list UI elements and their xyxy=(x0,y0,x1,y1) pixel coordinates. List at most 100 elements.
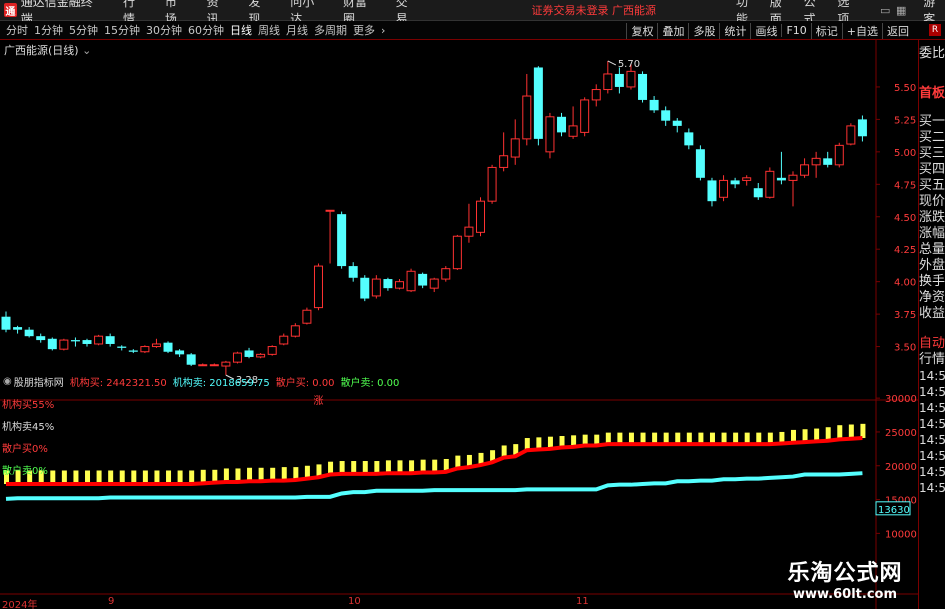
candle-body xyxy=(510,138,520,158)
candle-body xyxy=(800,164,810,176)
tick-time: 14:56 xyxy=(919,369,945,383)
indicator-plot xyxy=(4,423,866,501)
inst-sell-pct: 机构卖45% xyxy=(2,422,55,433)
candle-body xyxy=(464,226,474,237)
kline-chart[interactable]: 3.50 3.75 4.00 4.25 4.50 4.75 5.00 5.25 5.50 100… xyxy=(0,40,918,609)
price-axis: 3.50 3.75 4.00 4.25 4.50 4.75 5.00 5.25 5.50 xyxy=(876,83,916,354)
candle-body xyxy=(279,335,289,345)
side-volume: 总量 xyxy=(919,242,945,257)
period-1min[interactable]: 1分钟 xyxy=(34,22,63,38)
r-badge: R xyxy=(929,24,941,36)
side-buy2: 买二 xyxy=(919,130,945,145)
x-label-2024: 2024年 xyxy=(2,600,38,609)
app-logo-icon: 通 xyxy=(4,3,17,18)
candle-body xyxy=(186,354,196,365)
tick-time: 14:56 xyxy=(919,401,945,415)
candle-body xyxy=(394,281,404,289)
multi-stock-button[interactable]: 多股 xyxy=(688,22,719,39)
candle-body xyxy=(776,177,786,181)
high-pointer xyxy=(607,60,617,66)
candle-body xyxy=(302,309,312,324)
candle-body xyxy=(151,343,161,348)
back-button[interactable]: 返回 xyxy=(882,22,913,39)
candle-body xyxy=(452,235,462,270)
watermark-title: 乐淘公式网 xyxy=(787,561,903,586)
price-candles xyxy=(1,60,867,376)
x-label-nov: 11 xyxy=(576,596,589,607)
indicator-name[interactable]: 股朋指标网 xyxy=(14,374,64,389)
retail-sell-pct: 散户卖0% xyxy=(2,466,48,477)
candle-body xyxy=(487,166,497,202)
candle-body xyxy=(591,89,601,101)
chart-title: 广西能源(日线) ⌄ xyxy=(4,42,91,58)
period-15min[interactable]: 15分钟 xyxy=(104,22,140,38)
buy-bar xyxy=(860,423,866,439)
candle-body xyxy=(638,73,648,100)
inst-buy-pct: 机构买55% xyxy=(2,400,55,411)
candle-body xyxy=(742,177,752,181)
candle-body xyxy=(788,174,798,181)
candle-body xyxy=(568,125,578,137)
login-notice[interactable]: 证券交易未登录 广西能源 xyxy=(531,2,656,18)
candle-body xyxy=(117,346,127,348)
buy-bar xyxy=(50,470,56,485)
price-tick-label: 5.00 xyxy=(894,148,916,159)
candle-body xyxy=(846,125,856,145)
period-60min[interactable]: 60分钟 xyxy=(188,22,224,38)
candle-body xyxy=(533,67,543,139)
inst-sell-value: 机构卖: 2018659.75 xyxy=(172,377,270,389)
side-weibi: 委比 xyxy=(919,46,945,61)
candle-body xyxy=(198,364,208,367)
menu-grid-icon[interactable]: ▦ xyxy=(893,4,909,17)
candle-body xyxy=(59,339,69,350)
period-5min[interactable]: 5分钟 xyxy=(69,22,98,38)
candle-body xyxy=(13,327,23,330)
candle-body xyxy=(418,273,428,286)
period-more[interactable]: 更多 xyxy=(353,22,375,38)
price-tick-label: 3.50 xyxy=(894,343,916,354)
side-auto[interactable]: 自动 xyxy=(919,336,945,352)
candle-body xyxy=(614,73,624,87)
chevron-right-icon[interactable]: › xyxy=(381,24,385,37)
minimize-icon[interactable]: ▭ xyxy=(877,4,893,17)
candle-body xyxy=(695,149,705,178)
adjust-button[interactable]: 复权 xyxy=(626,22,657,39)
x-label-sep: 9 xyxy=(108,596,115,607)
period-daily[interactable]: 日线 xyxy=(230,22,252,38)
buy-bar xyxy=(131,470,137,485)
candle-body xyxy=(94,335,104,345)
side-buy3: 买三 xyxy=(919,146,945,161)
period-monthly[interactable]: 月线 xyxy=(286,22,308,38)
candle-body xyxy=(325,209,335,212)
buy-bar xyxy=(142,470,148,485)
side-change: 涨跌 xyxy=(919,210,945,225)
side-quote[interactable]: 行情 xyxy=(919,352,945,368)
buy-bar xyxy=(108,470,114,485)
mark-button[interactable]: 标记 xyxy=(810,22,842,39)
chart-title-text: 广西能源(日线) xyxy=(4,44,79,57)
add-watchlist-button[interactable]: +自选 xyxy=(841,22,882,39)
chevron-down-icon[interactable]: ⌄ xyxy=(82,44,91,57)
side-earnings: 收益 xyxy=(919,306,945,321)
period-30min[interactable]: 30分钟 xyxy=(146,22,182,38)
buy-bar xyxy=(154,470,160,485)
ind-tick-label: 20000 xyxy=(885,462,917,473)
tick-time: 14:56 xyxy=(919,465,945,479)
period-weekly[interactable]: 周线 xyxy=(258,22,280,38)
buy-bar xyxy=(177,470,183,485)
f10-button[interactable]: F10 xyxy=(781,24,810,37)
buy-bar xyxy=(73,470,79,485)
tick-time: 14:56 xyxy=(919,433,945,447)
candle-body xyxy=(209,364,219,367)
period-intraday[interactable]: 分时 xyxy=(6,22,28,38)
expand-icon[interactable]: ◉ xyxy=(3,376,12,387)
draw-line-button[interactable]: 画线 xyxy=(750,22,781,39)
x-label-oct: 10 xyxy=(348,596,361,607)
period-multi[interactable]: 多周期 xyxy=(314,22,347,38)
candle-body xyxy=(580,99,590,133)
overlay-button[interactable]: 叠加 xyxy=(657,22,688,39)
tick-time: 14:56 xyxy=(919,481,945,495)
stats-button[interactable]: 统计 xyxy=(719,22,750,39)
side-change-pct: 涨幅 xyxy=(919,226,945,241)
candle-body xyxy=(256,353,266,358)
